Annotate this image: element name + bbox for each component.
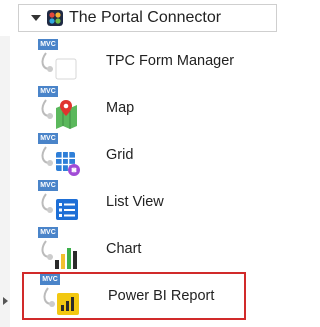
widget-label: List View (106, 194, 164, 210)
toolbox-panel: The Portal Connector MVC TPC Form Manage… (0, 0, 283, 327)
mvc-badge: MVC (38, 39, 58, 50)
map-icon: MVC (36, 86, 84, 130)
left-gutter (0, 36, 10, 327)
widget-label: Power BI Report (108, 288, 215, 304)
widget-label: TPC Form Manager (106, 53, 235, 69)
power-bi-icon: MVC (38, 274, 86, 318)
form-manager-icon: MVC (36, 39, 84, 83)
portal-connector-logo-icon (47, 10, 63, 26)
list-view-icon: MVC (36, 180, 84, 224)
mvc-badge: MVC (38, 180, 58, 191)
widget-item-map[interactable]: MVC Map (22, 85, 280, 131)
widget-item-power-bi-report[interactable]: MVC Power BI Report (22, 272, 246, 320)
expand-arrow-icon[interactable] (3, 297, 8, 305)
widget-item-chart[interactable]: MVC Chart (22, 226, 280, 272)
widget-item-list-view[interactable]: MVC List View (22, 179, 280, 225)
mvc-badge: MVC (38, 227, 58, 238)
caret-down-icon[interactable] (31, 15, 41, 21)
category-header[interactable]: The Portal Connector (18, 4, 277, 32)
widget-item-tpc-form-manager[interactable]: MVC TPC Form Manager (22, 38, 280, 84)
widget-label: Chart (106, 241, 142, 257)
widget-label: Grid (106, 147, 134, 163)
grid-icon: MVC (36, 133, 84, 177)
widget-item-grid[interactable]: MVC Grid (22, 132, 280, 178)
mvc-badge: MVC (38, 133, 58, 144)
category-title: The Portal Connector (69, 9, 222, 26)
widget-label: Map (106, 100, 135, 116)
mvc-badge: MVC (40, 274, 60, 285)
chart-icon: MVC (36, 227, 84, 271)
mvc-badge: MVC (38, 86, 58, 97)
